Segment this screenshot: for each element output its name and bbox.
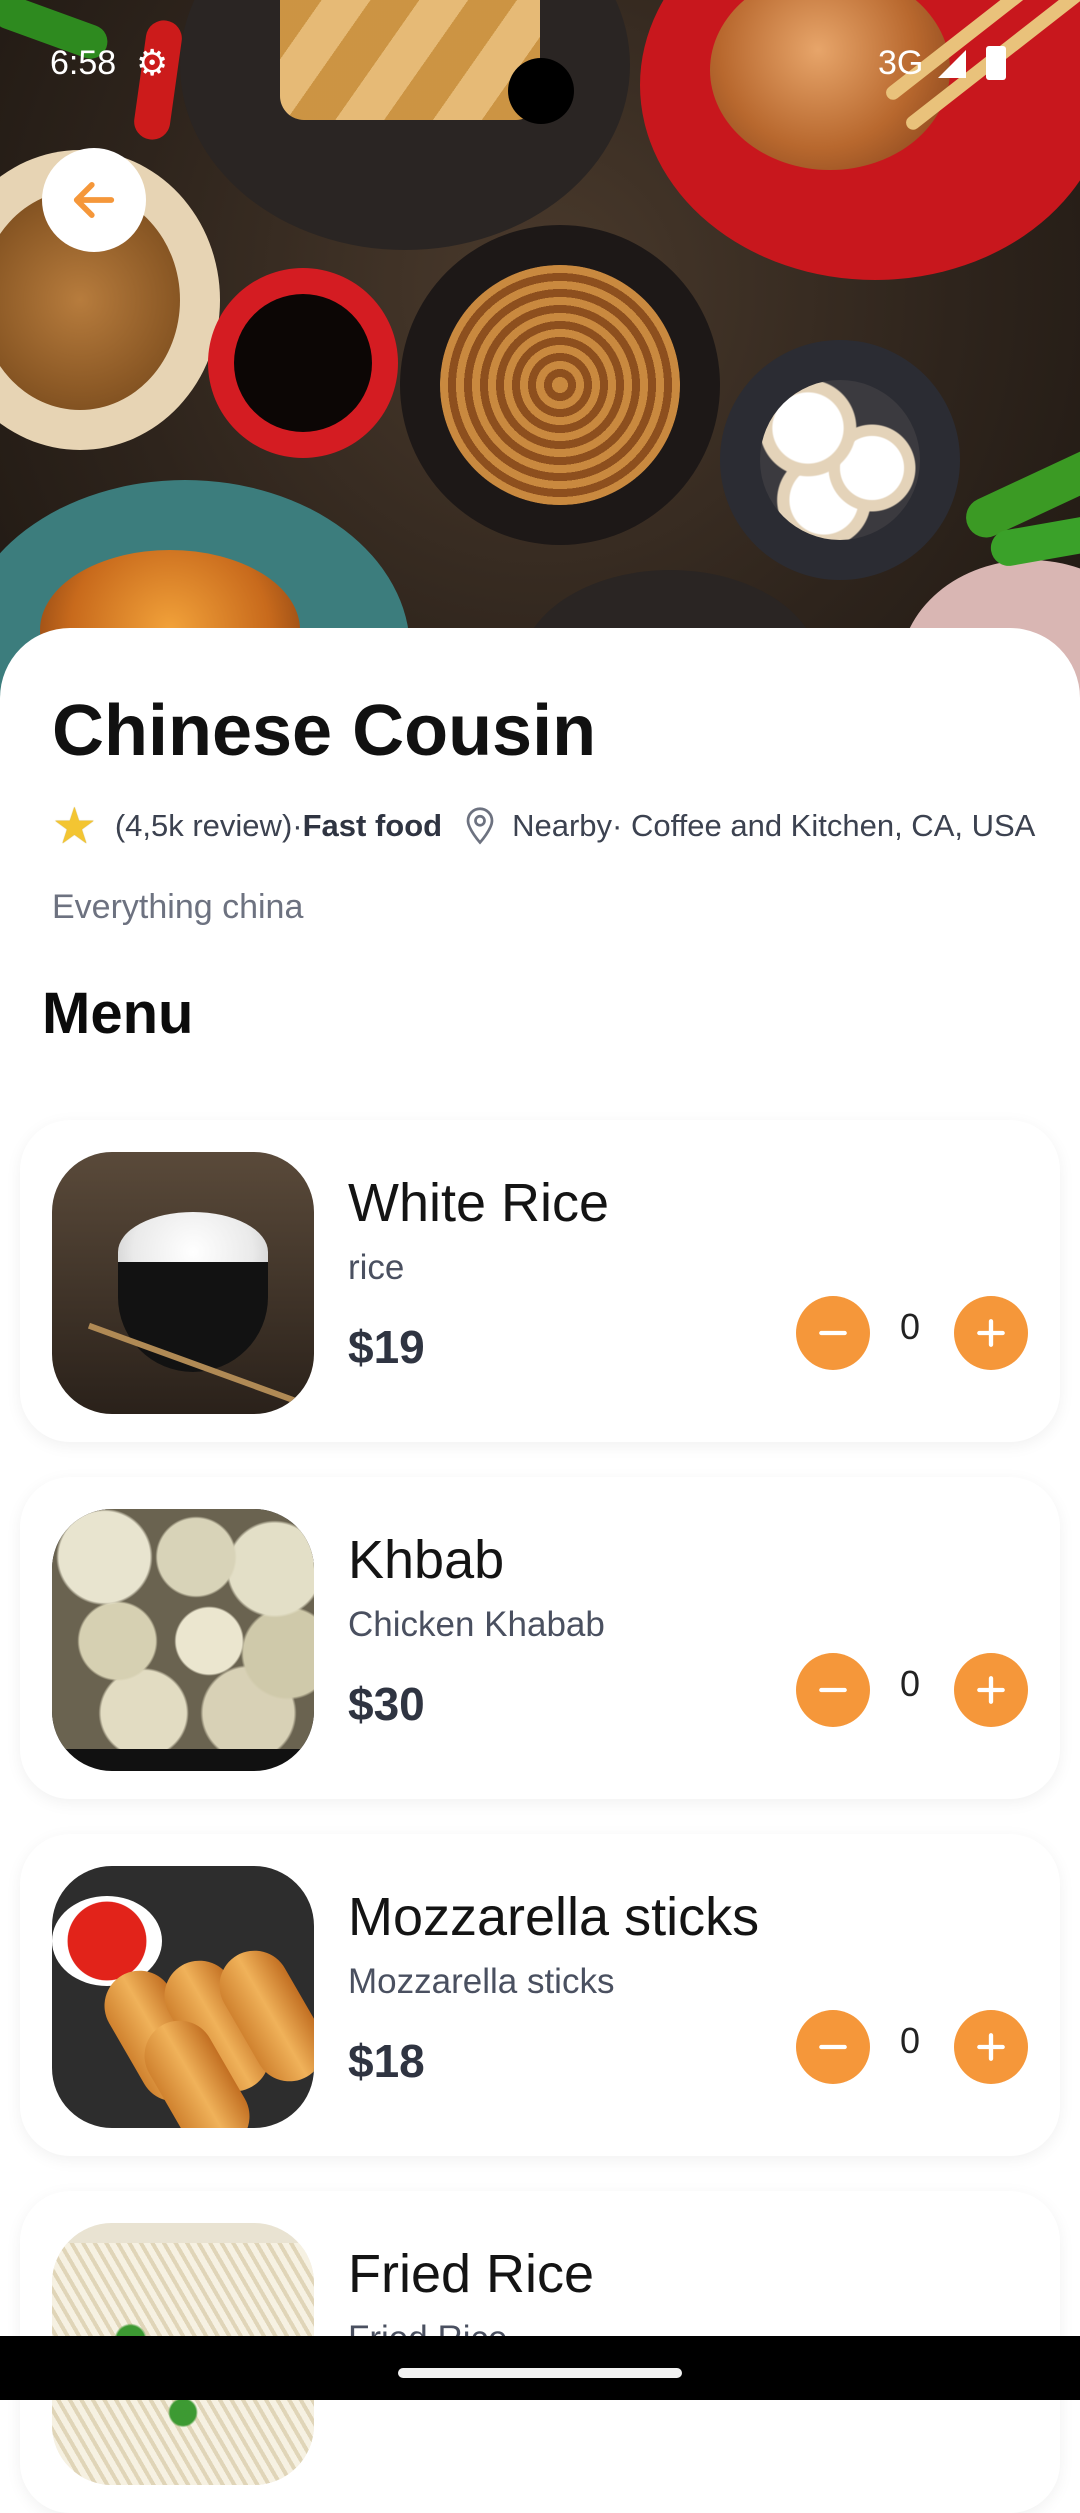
menu-item-card[interactable]: White Rice rice $19 0	[20, 1120, 1060, 1442]
restaurant-category: Fast food	[302, 808, 443, 843]
home-gesture-handle[interactable]	[398, 2368, 682, 2378]
minus-icon	[819, 1687, 847, 1693]
plus-icon	[977, 1319, 1005, 1347]
item-name: Fried Rice	[348, 2244, 595, 2304]
item-quantity: 0	[899, 1306, 921, 1347]
camera-cutout	[508, 58, 574, 124]
item-name: Mozzarella sticks	[348, 1887, 760, 1947]
minus-icon	[819, 2044, 847, 2050]
system-navigation-bar	[0, 2336, 1080, 2400]
menu-item-card[interactable]: Mozzarella sticks Mozzarella sticks $18 …	[20, 1834, 1060, 2156]
item-description: Mozzarella sticks	[348, 1962, 615, 2001]
decrease-quantity-button[interactable]	[796, 1653, 870, 1727]
menu-item-card[interactable]: Khbab Chicken Khabab $30 0	[20, 1477, 1060, 1799]
item-description: Chicken Khabab	[348, 1605, 605, 1644]
back-button[interactable]	[42, 148, 146, 252]
item-price: $19	[348, 1321, 425, 1373]
decrease-quantity-button[interactable]	[796, 2010, 870, 2084]
item-price: $30	[348, 1678, 425, 1730]
restaurant-name: Chinese Cousin	[52, 691, 597, 771]
status-time: 6:58	[50, 44, 117, 82]
item-name: Khbab	[348, 1530, 505, 1590]
white-rice-image	[52, 1152, 314, 1414]
arrow-left-icon	[73, 182, 115, 218]
increase-quantity-button[interactable]	[954, 2010, 1028, 2084]
signal-icon	[938, 50, 966, 78]
item-price: $18	[348, 2035, 425, 2087]
restaurant-meta: ★ (4,5k review) · Fast food Nearby· Coff…	[52, 798, 1072, 854]
item-description: rice	[348, 1248, 405, 1287]
plus-icon	[977, 2033, 1005, 2061]
star-icon: ★	[52, 798, 97, 854]
review-count: (4,5k review)	[114, 808, 293, 843]
status-bar: 6:58 ⚙ 3G	[0, 30, 1080, 124]
network-type: 3G	[878, 44, 924, 82]
plus-icon	[977, 1676, 1005, 1704]
restaurant-location: Nearby· Coffee and Kitchen, CA, USA	[512, 808, 1036, 843]
battery-icon	[986, 46, 1006, 80]
increase-quantity-button[interactable]	[954, 1653, 1028, 1727]
item-quantity: 0	[899, 2020, 921, 2061]
mozzarella-sticks-image	[52, 1866, 314, 2128]
increase-quantity-button[interactable]	[954, 1296, 1028, 1370]
minus-icon	[819, 1330, 847, 1336]
item-name: White Rice	[348, 1173, 610, 1233]
menu-heading: Menu	[42, 981, 194, 1046]
restaurant-tagline: Everything china	[52, 888, 304, 926]
item-quantity: 0	[899, 1663, 921, 1704]
khbab-image	[52, 1509, 314, 1771]
map-pin-icon	[462, 806, 498, 846]
settings-gear-icon: ⚙	[136, 42, 169, 83]
meta-separator: ·	[292, 808, 303, 843]
decrease-quantity-button[interactable]	[796, 1296, 870, 1370]
